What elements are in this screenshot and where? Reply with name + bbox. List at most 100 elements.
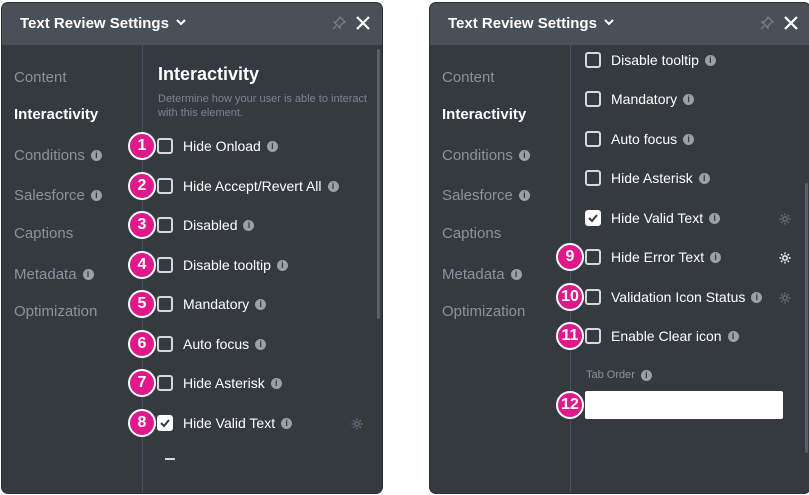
option-checkbox[interactable] <box>157 336 173 352</box>
sidebar-item-interactivity[interactable]: Interactivity <box>442 106 526 123</box>
section-description: Determine how your user is able to inter… <box>158 93 368 119</box>
option-checkbox[interactable] <box>585 289 601 305</box>
sidebar-item-captions[interactable]: Captions <box>14 225 73 242</box>
sidebar-item-conditions[interactable]: Conditions i <box>442 147 530 164</box>
info-icon[interactable]: i <box>255 298 267 310</box>
option-label: Hide Onload <box>183 138 261 154</box>
option-label: Disable tooltip <box>183 257 271 273</box>
info-icon[interactable]: i <box>281 417 293 429</box>
info-icon[interactable]: i <box>518 150 530 161</box>
info-icon[interactable]: i <box>276 259 288 271</box>
option-checkbox[interactable] <box>157 138 173 154</box>
option-checkbox[interactable] <box>585 249 601 265</box>
info-icon[interactable]: i <box>704 54 716 66</box>
tab-order-input[interactable] <box>585 391 783 419</box>
callout-badge: 9 <box>556 243 584 271</box>
sidebar-item-metadata[interactable]: Metadata i <box>442 266 522 283</box>
info-icon[interactable]: i <box>727 330 739 342</box>
option-checkbox[interactable] <box>585 131 601 147</box>
info-icon[interactable]: i <box>266 140 278 152</box>
option-row: Hide Valid Text i <box>585 208 721 228</box>
gear-icon[interactable] <box>779 251 791 269</box>
panel-header: Text Review Settings <box>2 3 382 45</box>
callout-badge: 1 <box>128 132 156 160</box>
pin-icon[interactable] <box>760 15 775 35</box>
sidebar-item-label: Captions <box>14 225 74 242</box>
sidebar-item-label: Optimization <box>14 303 98 320</box>
option-row: Hide Onload i <box>157 136 278 156</box>
scrollbar[interactable] <box>805 183 808 453</box>
sidebar-item-content[interactable]: Content <box>442 69 495 86</box>
check-icon <box>587 212 599 224</box>
option-label: Hide Asterisk <box>183 375 265 391</box>
sidebar-item-metadata[interactable]: Metadata i <box>14 266 94 283</box>
sidebar-item-content[interactable]: Content <box>14 69 67 86</box>
check-icon <box>159 417 171 429</box>
callout-badge: 11 <box>556 322 584 350</box>
callout-badge: 7 <box>128 369 156 397</box>
option-checkbox[interactable] <box>157 296 173 312</box>
close-icon[interactable] <box>354 14 372 37</box>
panel-title-dropdown[interactable]: Text Review Settings <box>20 15 187 32</box>
option-checkbox[interactable] <box>585 328 601 344</box>
sidebar-item-optimization[interactable]: Optimization <box>442 303 525 320</box>
sidebar-item-optimization[interactable]: Optimization <box>14 303 97 320</box>
info-icon[interactable]: i <box>709 212 721 224</box>
option-row: Disabled i <box>157 215 255 235</box>
option-row: Mandatory i <box>157 294 267 314</box>
sidebar-item-label: Metadata <box>14 266 77 283</box>
option-label: Hide Accept/Revert All <box>183 178 322 194</box>
info-icon[interactable]: i <box>518 190 530 201</box>
option-checkbox[interactable] <box>585 91 601 107</box>
callout-badge: 5 <box>128 290 156 318</box>
gear-icon[interactable] <box>351 417 363 435</box>
info-icon[interactable]: i <box>640 369 652 381</box>
sidebar-item-label: Content <box>442 69 495 86</box>
info-icon[interactable]: i <box>90 150 102 161</box>
panel-title: Text Review Settings <box>448 15 597 32</box>
option-checkbox[interactable] <box>157 257 173 273</box>
close-icon[interactable] <box>782 14 800 37</box>
option-label: Disable tooltip <box>611 52 699 68</box>
tab-order-label: Tab Order <box>586 369 635 381</box>
sidebar-item-salesforce[interactable]: Salesforce i <box>442 187 530 204</box>
info-icon[interactable]: i <box>683 133 695 145</box>
scrollbar[interactable] <box>377 49 380 319</box>
info-icon[interactable]: i <box>82 269 94 280</box>
option-row: Hide Error Text i <box>585 247 722 267</box>
option-checkbox[interactable] <box>585 210 601 226</box>
panel-title-dropdown[interactable]: Text Review Settings <box>448 15 615 32</box>
option-label: Mandatory <box>611 91 678 107</box>
gear-icon[interactable] <box>779 291 791 309</box>
pin-icon[interactable] <box>332 15 347 35</box>
info-icon[interactable]: i <box>710 251 722 263</box>
sidebar-item-label: Salesforce <box>14 187 85 204</box>
sidebar-item-conditions[interactable]: Conditions i <box>14 147 102 164</box>
sidebar-item-label: Interactivity <box>442 106 527 123</box>
sidebar-item-interactivity[interactable]: Interactivity <box>14 106 98 123</box>
option-row: Auto focus i <box>157 334 267 354</box>
option-checkbox[interactable] <box>157 178 173 194</box>
option-checkbox[interactable] <box>157 217 173 233</box>
option-checkbox[interactable] <box>585 170 601 186</box>
option-checkbox[interactable] <box>585 52 601 68</box>
info-icon[interactable]: i <box>751 291 763 303</box>
info-icon[interactable]: i <box>510 269 522 280</box>
sidebar: Content Interactivity Conditions i Salesforc… <box>430 45 570 493</box>
sidebar-item-salesforce[interactable]: Salesforce i <box>14 187 102 204</box>
option-label: Hide Valid Text <box>183 415 276 431</box>
sidebar-item-label: Metadata <box>442 266 505 283</box>
info-icon[interactable]: i <box>255 338 267 350</box>
info-icon[interactable]: i <box>270 377 282 389</box>
sidebar-item-label: Conditions <box>14 147 85 164</box>
sidebar-item-captions[interactable]: Captions <box>442 225 501 242</box>
info-icon[interactable]: i <box>327 180 339 192</box>
info-icon[interactable]: i <box>683 93 695 105</box>
option-checkbox[interactable] <box>157 375 173 391</box>
option-checkbox[interactable] <box>157 415 173 431</box>
gear-icon[interactable] <box>779 212 791 230</box>
info-icon[interactable]: i <box>243 219 255 231</box>
option-label: Validation Icon Status <box>611 289 746 305</box>
info-icon[interactable]: i <box>90 190 102 201</box>
info-icon[interactable]: i <box>698 172 710 184</box>
